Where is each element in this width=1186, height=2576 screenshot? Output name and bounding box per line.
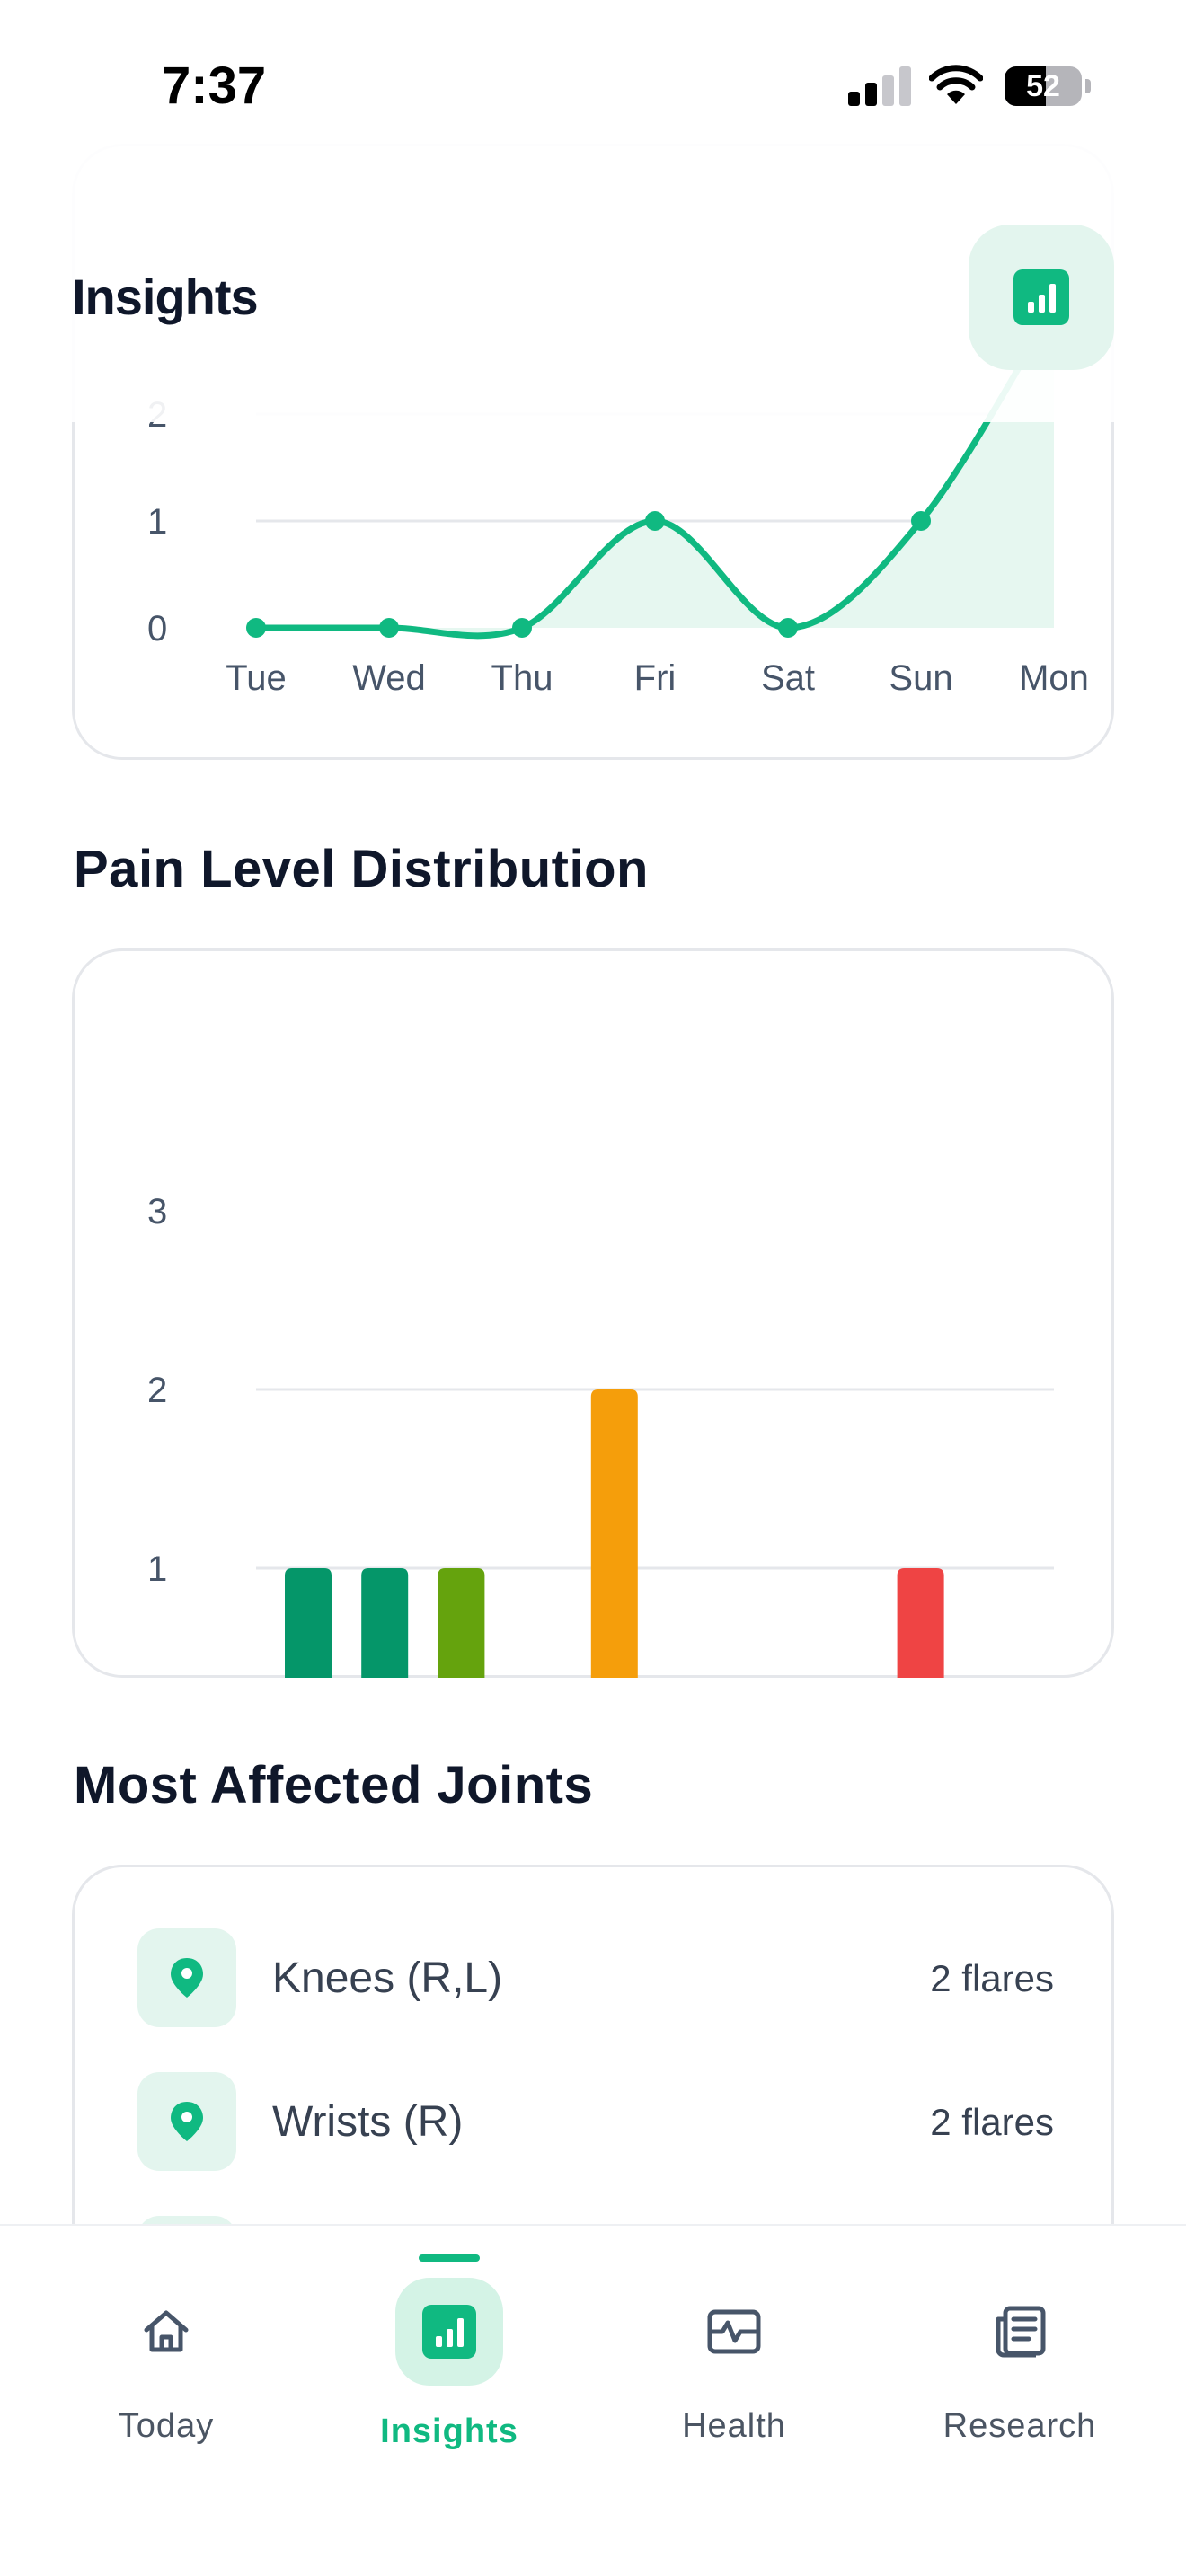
pain-distribution-title: Pain Level Distribution	[74, 840, 649, 898]
trend-point	[512, 618, 532, 638]
nav-today[interactable]: Today	[18, 2226, 314, 2576]
home-icon	[144, 2310, 189, 2352]
battery-level: 52	[1026, 69, 1060, 103]
y-tick-label: 2	[147, 1371, 167, 1410]
nav-health[interactable]: Health	[586, 2226, 882, 2576]
pain-distribution-chart: 012312345678910	[147, 1192, 1054, 1678]
x-tick-label: Tue	[226, 658, 286, 698]
joint-row-knees[interactable]: Knees (R,L) 2 flares	[137, 1928, 1054, 2027]
cellular-signal-icon	[848, 66, 911, 106]
pain-bar	[438, 1568, 485, 1678]
bar-chart-icon	[422, 2305, 476, 2359]
nav-research[interactable]: Research	[872, 2226, 1168, 2576]
pain-bar	[361, 1568, 409, 1678]
y-tick-label: 0	[147, 609, 167, 648]
joints-title: Most Affected Joints	[74, 1756, 594, 1814]
x-tick-label: Sun	[889, 658, 952, 698]
pain-bar	[897, 1568, 944, 1678]
x-tick-label: Wed	[352, 658, 426, 698]
insights-action-button[interactable]	[969, 225, 1114, 370]
pain-distribution-card: 012312345678910	[72, 948, 1114, 1678]
x-tick-label: Sat	[761, 658, 815, 698]
joint-name: Wrists (R)	[272, 2098, 464, 2146]
nav-label-research: Research	[943, 2407, 1097, 2445]
y-tick-label: 1	[147, 502, 167, 542]
trend-point	[778, 618, 798, 638]
wifi-icon	[929, 65, 983, 104]
joint-flare-count: 2 flares	[930, 1957, 1054, 1999]
y-tick-label: 1	[147, 1549, 167, 1589]
nav-label-insights: Insights	[380, 2413, 518, 2450]
nav-label-today: Today	[118, 2407, 215, 2445]
active-tab-indicator	[419, 2254, 480, 2262]
pain-bar	[590, 1389, 638, 1678]
map-pin-icon	[137, 2072, 236, 2171]
joint-row-wrists[interactable]: Wrists (R) 2 flares	[137, 2072, 1054, 2171]
battery-icon: 52	[1005, 66, 1082, 106]
x-tick-label: Thu	[491, 658, 553, 698]
page-title: Insights	[72, 269, 259, 325]
trend-point	[911, 511, 931, 531]
y-tick-label: 3	[147, 1192, 167, 1231]
bottom-nav: Today Insights Health Research	[0, 2224, 1186, 2576]
bar-chart-icon	[1013, 269, 1069, 325]
trend-point	[379, 618, 399, 638]
x-tick-label: Mon	[1019, 658, 1089, 698]
joint-name: Knees (R,L)	[272, 1954, 503, 2002]
newspaper-icon	[996, 2306, 1046, 2358]
map-pin-icon	[137, 1928, 236, 2027]
trend-point	[246, 618, 266, 638]
status-bar: 7:37 52	[0, 0, 1186, 162]
nav-label-health: Health	[682, 2407, 786, 2445]
x-tick-label: Fri	[634, 658, 677, 698]
nav-insights[interactable]: Insights	[301, 2226, 597, 2576]
heartbeat-icon	[707, 2309, 761, 2354]
pain-bar	[285, 1568, 332, 1678]
trend-point	[645, 511, 665, 531]
joint-flare-count: 2 flares	[930, 2101, 1054, 2143]
status-time: 7:37	[162, 57, 267, 115]
